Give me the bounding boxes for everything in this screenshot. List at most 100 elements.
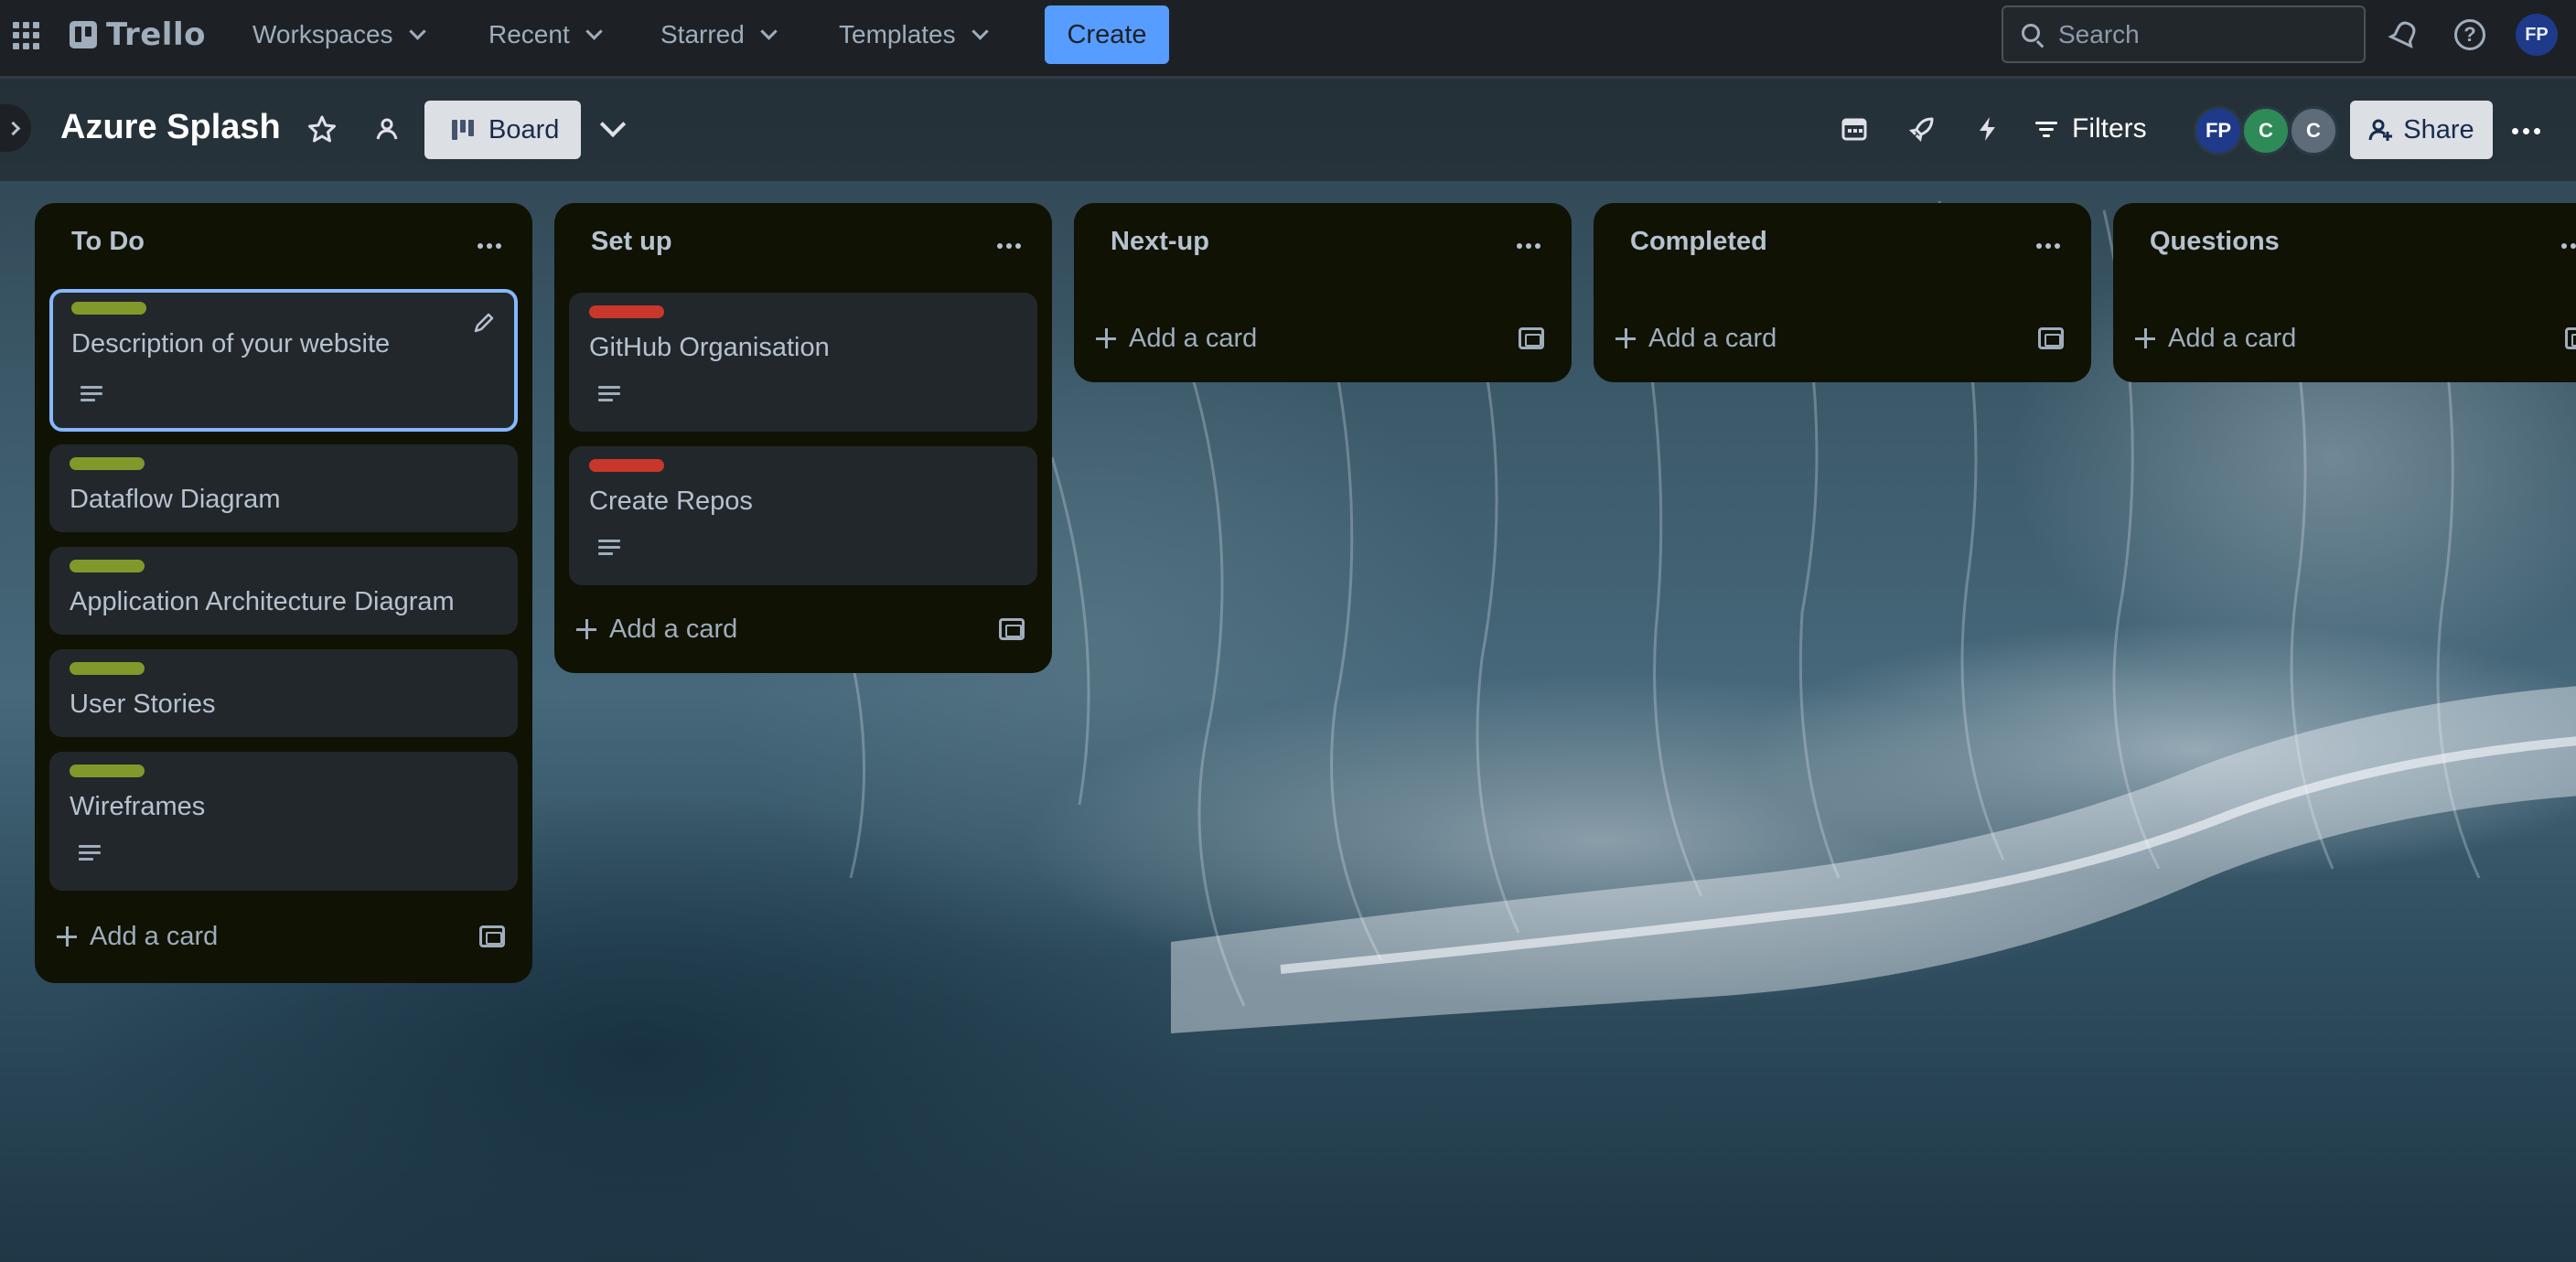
- list-menu-icon[interactable]: [478, 243, 501, 249]
- automation-lightning-icon[interactable]: [1965, 106, 2011, 152]
- card-label-red[interactable]: [589, 305, 664, 318]
- app-switcher-icon[interactable]: [13, 22, 40, 49]
- nav-recent[interactable]: Recent: [488, 12, 603, 58]
- board-header: Azure Splash Board Filters FP C C Share: [0, 79, 2576, 181]
- board-view-button[interactable]: Board: [424, 101, 581, 159]
- list-questions: Questions Add a card: [2113, 203, 2576, 382]
- workspace-visibility-icon[interactable]: [364, 106, 410, 152]
- card-github-organisation[interactable]: GitHub Organisation: [569, 293, 1037, 432]
- search-icon: [2022, 24, 2040, 42]
- card-label-red[interactable]: [589, 459, 664, 472]
- board-view-icon: [452, 120, 474, 140]
- create-from-template-icon[interactable]: [2038, 327, 2064, 349]
- chevron-down-icon: [760, 22, 778, 40]
- edit-pencil-icon[interactable]: [470, 309, 498, 337]
- plus-icon: [2135, 328, 2155, 348]
- card-label-green[interactable]: [70, 765, 145, 777]
- list-menu-icon[interactable]: [997, 243, 1021, 249]
- search-input[interactable]: Search: [2002, 5, 2366, 63]
- card-application-architecture-diagram[interactable]: Application Architecture Diagram: [49, 547, 518, 635]
- nav-starred-label: Starred: [660, 20, 745, 48]
- description-icon: [598, 540, 620, 555]
- member-avatar-fp[interactable]: FP: [2194, 106, 2243, 155]
- account-avatar[interactable]: FP: [2516, 14, 2558, 56]
- nav-templates[interactable]: Templates: [839, 12, 989, 58]
- card-title: Description of your website: [71, 329, 391, 358]
- logo-text: Trello: [106, 16, 206, 53]
- create-from-template-icon[interactable]: [1519, 327, 1544, 349]
- card-label-green[interactable]: [70, 560, 145, 572]
- list-title[interactable]: Completed: [1630, 227, 1767, 257]
- nav-templates-label: Templates: [839, 20, 956, 48]
- list-menu-icon[interactable]: [1517, 243, 1540, 249]
- nav-recent-label: Recent: [488, 20, 570, 48]
- list-set-up: Set up GitHub Organisation Create Repos …: [554, 203, 1052, 673]
- list-title[interactable]: To Do: [71, 227, 145, 257]
- card-title: GitHub Organisation: [589, 333, 830, 362]
- filters-button[interactable]: Filters: [2035, 106, 2147, 152]
- add-card-button[interactable]: Add a card: [57, 911, 218, 962]
- list-completed: Completed Add a card: [1594, 203, 2091, 382]
- add-card-button[interactable]: Add a card: [576, 604, 737, 655]
- card-title: Create Repos: [589, 487, 753, 516]
- member-avatar-c-green[interactable]: C: [2241, 106, 2291, 155]
- add-card-button[interactable]: Add a card: [1096, 313, 1257, 364]
- chevron-down-icon: [585, 22, 603, 40]
- card-create-repos[interactable]: Create Repos: [569, 446, 1037, 585]
- description-icon: [79, 845, 101, 861]
- card-label-green[interactable]: [71, 302, 146, 315]
- plus-icon: [57, 926, 77, 946]
- list-title[interactable]: Set up: [591, 227, 672, 257]
- nav-workspaces-label: Workspaces: [252, 20, 393, 48]
- card-title: Wireframes: [70, 792, 206, 821]
- share-label: Share: [2403, 114, 2474, 144]
- add-card-label: Add a card: [2168, 323, 2297, 353]
- board-view-label: Board: [488, 114, 560, 144]
- add-card-button[interactable]: Add a card: [2135, 313, 2296, 364]
- add-card-label: Add a card: [1648, 323, 1777, 353]
- star-icon[interactable]: [299, 106, 345, 152]
- calendar-icon[interactable]: [1831, 106, 1877, 152]
- plus-icon: [1615, 328, 1636, 348]
- card-wireframes[interactable]: Wireframes: [49, 752, 518, 891]
- power-ups-rocket-icon[interactable]: [1899, 106, 1945, 152]
- card-description-of-website[interactable]: Description of your website: [49, 289, 518, 432]
- card-title: Application Architecture Diagram: [70, 587, 455, 616]
- card-title: Dataflow Diagram: [70, 485, 281, 514]
- create-button[interactable]: Create: [1045, 5, 1169, 64]
- create-from-template-icon[interactable]: [2565, 327, 2576, 349]
- help-icon[interactable]: ?: [2452, 16, 2488, 53]
- plus-icon: [576, 619, 596, 639]
- list-menu-icon[interactable]: [2036, 243, 2060, 249]
- plus-icon: [1096, 328, 1116, 348]
- card-title: User Stories: [70, 690, 216, 719]
- board-title[interactable]: Azure Splash: [60, 108, 281, 147]
- trello-logo-icon: [70, 21, 97, 48]
- member-avatar-c-gray[interactable]: C: [2289, 106, 2338, 155]
- trello-logo[interactable]: Trello: [70, 16, 206, 53]
- list-title[interactable]: Questions: [2150, 227, 2280, 257]
- share-button[interactable]: Share: [2350, 101, 2493, 159]
- card-label-green[interactable]: [70, 457, 145, 470]
- board-menu-icon[interactable]: [2512, 128, 2540, 134]
- filter-icon: [2035, 121, 2057, 137]
- sidebar-expand-button[interactable]: [0, 104, 31, 152]
- description-icon: [80, 386, 102, 401]
- add-card-label: Add a card: [90, 921, 219, 951]
- card-dataflow-diagram[interactable]: Dataflow Diagram: [49, 444, 518, 532]
- list-menu-icon[interactable]: [2561, 243, 2576, 249]
- views-dropdown-chevron-icon[interactable]: [599, 111, 627, 138]
- card-label-green[interactable]: [70, 662, 145, 675]
- add-member-icon: [2368, 119, 2393, 141]
- list-title[interactable]: Next-up: [1111, 227, 1209, 257]
- add-card-label: Add a card: [609, 614, 738, 644]
- search-placeholder: Search: [2058, 19, 2140, 48]
- create-from-template-icon[interactable]: [479, 925, 505, 947]
- nav-workspaces[interactable]: Workspaces: [252, 12, 426, 58]
- filters-label: Filters: [2072, 113, 2147, 144]
- notifications-icon[interactable]: [2386, 16, 2422, 53]
- create-from-template-icon[interactable]: [999, 618, 1025, 640]
- add-card-button[interactable]: Add a card: [1615, 313, 1776, 364]
- card-user-stories[interactable]: User Stories: [49, 649, 518, 737]
- nav-starred[interactable]: Starred: [660, 12, 778, 58]
